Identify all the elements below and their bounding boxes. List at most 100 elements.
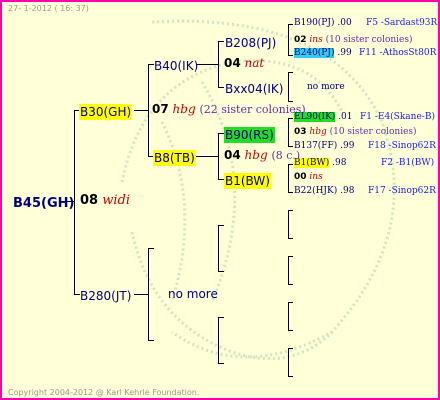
gen4-row-5[interactable]: EL90(IK) .01 [294, 112, 353, 122]
tree-line [218, 133, 219, 179]
gen4-3-ref[interactable]: F11 -AthosSt80R [359, 49, 436, 58]
root-year-queen: 08 widi [80, 194, 130, 207]
tree-line [288, 72, 293, 73]
gen4-7-id[interactable]: B137(FF) [294, 141, 337, 151]
tree-line [288, 118, 293, 119]
gen4-8-year: .98 [332, 158, 347, 168]
tree-line [288, 348, 293, 349]
gen4-row-1[interactable]: B190(PJ) .00 [294, 19, 352, 28]
gen4-no-more: no more [307, 82, 345, 92]
gen4-6-queen: hbg [309, 127, 327, 137]
gen4-3-id[interactable]: B240(PJ) [294, 48, 335, 58]
tree-line [218, 271, 224, 272]
gen4-6-year: 03 [294, 127, 307, 137]
gen3-4-id[interactable]: B1(BW) [224, 173, 271, 189]
root-queen: widi [102, 193, 130, 208]
gen4-5-year: .01 [338, 112, 353, 122]
tree-line [288, 24, 289, 56]
gen2-down-node[interactable]: B8(TB) [153, 149, 196, 166]
gen4-row-3[interactable]: B240(PJ) .99 [294, 48, 352, 58]
gen2-down-year-queen: 04 hbg (8 c.) [224, 149, 300, 161]
gen4-10-id[interactable]: B22(HJK) [294, 186, 337, 196]
gen3-1-node[interactable]: B208(PJ) [224, 34, 277, 50]
gen4-row-9: 00 ins [294, 173, 323, 182]
copyright: Copyright 2004-2012 @ Karl Kehrle Founda… [8, 388, 200, 397]
gen4-9-year: 00 [294, 172, 307, 182]
tree-line [134, 110, 148, 111]
gen4-5-ref[interactable]: F1 -E4(Skane-B) [360, 113, 435, 122]
tree-line [288, 164, 293, 165]
tree-line [288, 256, 289, 284]
gen4-row-8[interactable]: B1(BW) .98 [294, 158, 347, 168]
gen3-1-id[interactable]: B208(PJ) [224, 35, 277, 51]
tree-line [288, 101, 293, 102]
gen3-1-year-queen: 04 nat [224, 57, 264, 69]
pedigree-frame: 27- 1-2012 ( 16: 37) B45(GH) 08 widi B30… [0, 0, 440, 400]
tree-line [288, 118, 289, 146]
root-year: 08 [80, 193, 99, 208]
tree-line [218, 317, 219, 363]
gen3-4-node[interactable]: B1(BW) [224, 172, 271, 189]
tree-line [148, 248, 154, 249]
gen2-down-id[interactable]: B8(TB) [153, 150, 196, 166]
dam-no-more: no more [168, 287, 218, 301]
gen4-row-10[interactable]: B22(HJK) .98 [294, 187, 354, 196]
gen3-3-node[interactable]: B90(RS) [224, 126, 275, 143]
tree-line [288, 302, 293, 303]
gen3-1-year: 04 [224, 56, 241, 70]
gen4-6-sisters: (10 sister colonies) [329, 127, 417, 137]
tree-line [288, 210, 293, 211]
sire-queen: hbg [172, 102, 196, 116]
root-id[interactable]: B45(GH) [12, 195, 75, 212]
tree-line [148, 340, 154, 341]
tree-line [288, 24, 293, 25]
gen4-2-queen: ins [309, 35, 323, 45]
tree-line [134, 294, 148, 295]
tree-line [288, 192, 293, 193]
tree-line [196, 64, 218, 65]
sire-id[interactable]: B30(GH) [79, 104, 133, 120]
gen4-row-2: 02 ins (10 sister colonies) [294, 36, 413, 45]
gen4-7-year: .99 [340, 141, 355, 151]
tree-line [288, 256, 293, 257]
tree-line [288, 238, 293, 239]
tree-line [288, 55, 293, 56]
gen3-2-id[interactable]: Bxx04(IK) [224, 81, 284, 97]
timestamp: 27- 1-2012 ( 16: 37) [8, 4, 89, 13]
gen3-3-id[interactable]: B90(RS) [224, 127, 275, 143]
tree-line [218, 363, 224, 364]
gen4-8-id[interactable]: B1(BW) [294, 158, 330, 168]
tree-line [288, 72, 289, 102]
gen2-up-node[interactable]: B40(IK) [153, 57, 199, 73]
gen4-3-year: .99 [337, 48, 352, 58]
gen4-8-ref[interactable]: F2 -B1(BW) [381, 159, 434, 168]
gen2-down-queen: hbg [244, 148, 268, 162]
gen4-1-ref[interactable]: F5 -Sardast93R [366, 19, 437, 28]
gen4-row-7[interactable]: B137(FF) .99 [294, 142, 355, 151]
gen4-10-ref[interactable]: F17 -Sinop62R [368, 187, 436, 196]
gen4-7-ref[interactable]: F18 -Sinop62R [368, 142, 436, 151]
gen4-1-year: .00 [337, 18, 352, 28]
gen4-5-id[interactable]: EL90(IK) [294, 112, 336, 122]
root-node[interactable]: B45(GH) [12, 194, 75, 210]
gen4-1-id[interactable]: B190(PJ) [294, 18, 334, 28]
dam-node[interactable]: B280(JT) [79, 287, 132, 303]
dam-id[interactable]: B280(JT) [79, 288, 132, 304]
tree-line [218, 225, 224, 226]
gen4-2-sisters: (10 sister colonies) [325, 35, 413, 45]
tree-line [288, 164, 289, 192]
tree-line [218, 225, 219, 271]
tree-line [148, 248, 149, 340]
tree-line [288, 330, 293, 331]
gen4-row-6: 03 hbg (10 sister colonies) [294, 128, 417, 137]
tree-line [288, 210, 289, 238]
tree-line [288, 146, 293, 147]
gen2-up-id[interactable]: B40(IK) [153, 58, 199, 74]
tree-line [288, 376, 293, 377]
gen3-2-node[interactable]: Bxx04(IK) [224, 80, 284, 96]
gen4-10-year: .98 [340, 186, 355, 196]
tree-line [192, 156, 218, 157]
tree-line [288, 302, 289, 330]
sire-node[interactable]: B30(GH) [79, 103, 133, 120]
sire-year: 07 [152, 102, 169, 116]
